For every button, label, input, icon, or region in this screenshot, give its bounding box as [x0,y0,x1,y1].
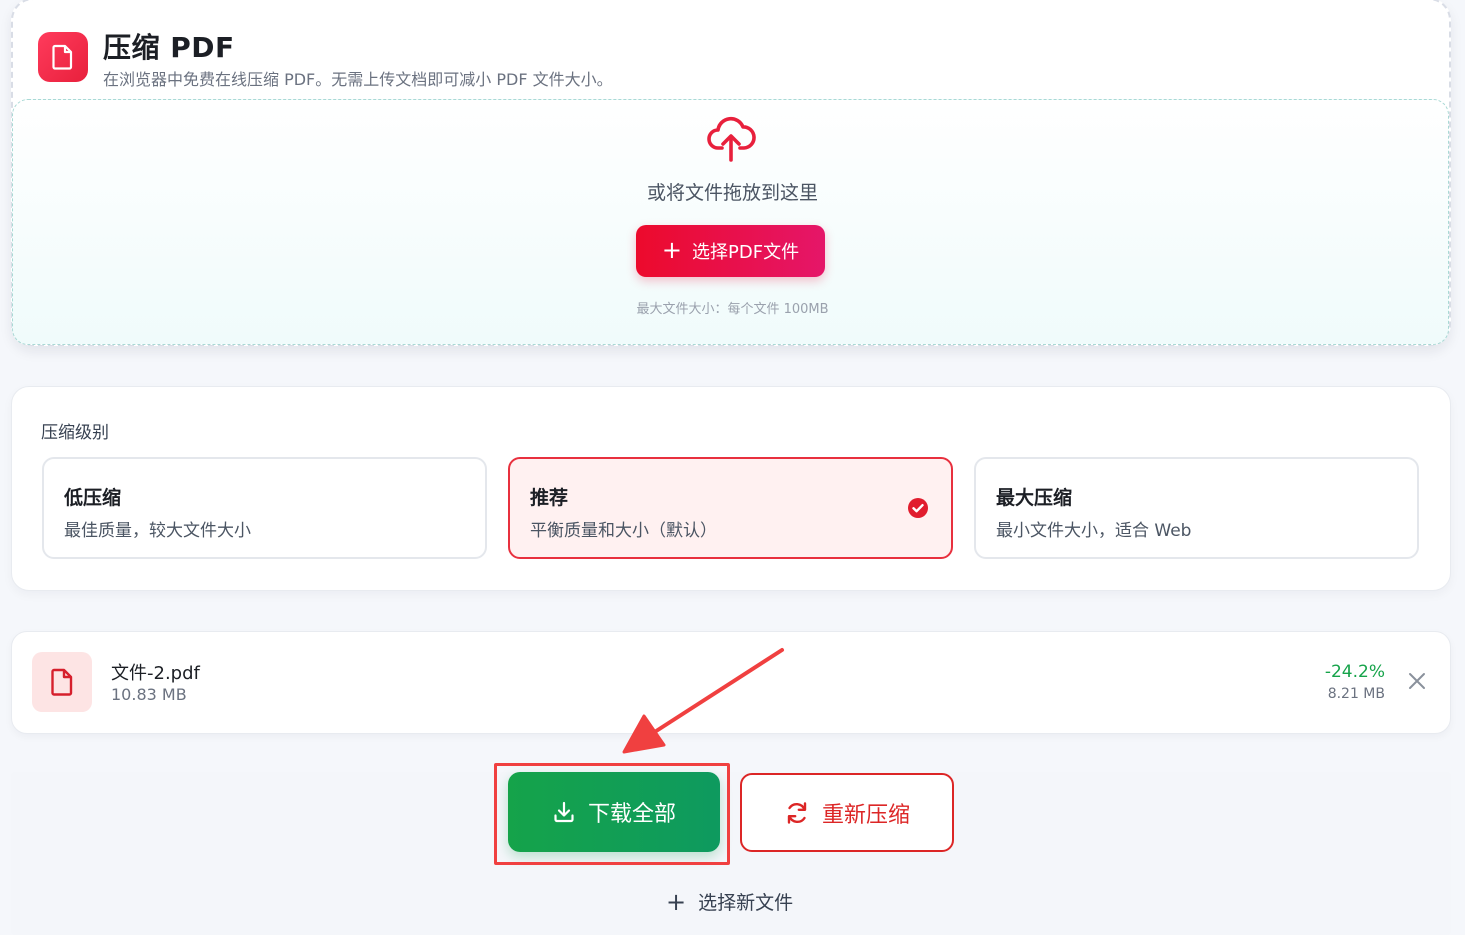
option-title: 推荐 [530,487,569,509]
select-new-file-link[interactable]: + 选择新文件 [666,888,793,915]
recompress-button[interactable]: 重新压缩 [740,773,954,852]
close-icon [1409,673,1425,689]
plus-icon: + [666,887,687,916]
download-all-label: 下载全部 [587,802,676,827]
select-pdf-button[interactable]: + 选择PDF文件 [636,225,825,277]
option-title: 最大压缩 [996,487,1073,509]
option-title: 低压缩 [64,487,122,509]
select-pdf-label: 选择PDF文件 [692,242,800,263]
compression-level-heading: 压缩级别 [41,423,109,443]
plus-icon: + [661,236,683,264]
cloud-upload-icon [707,116,756,162]
file-name: 文件-2.pdf [111,663,200,684]
pdf-file-icon [51,668,73,696]
option-max-compression[interactable]: 最大压缩 最小文件大小，适合 Web [974,457,1419,559]
app-logo [38,32,88,82]
page-title: 压缩 PDF [103,31,235,64]
page-subtitle: 在浏览器中免费在线压缩 PDF。无需上传文档即可减小 PDF 文件大小。 [103,70,613,89]
option-description: 最小文件大小，适合 Web [996,521,1192,541]
drop-instructions: 或将文件拖放到这里 [646,182,818,204]
download-icon [554,801,574,823]
pdf-file-icon [52,44,73,70]
file-original-size: 10.83 MB [111,685,187,704]
option-recommended[interactable]: 推荐 平衡质量和大小（默认） [508,457,953,559]
option-low-compression[interactable]: 低压缩 最佳质量，较大文件大小 [42,457,487,559]
file-thumbnail [32,652,92,712]
file-list-item [11,631,1451,734]
select-new-file-label: 选择新文件 [698,892,794,914]
file-compressed-size: 8.21 MB [1327,686,1385,702]
remove-file-button[interactable] [1406,670,1428,692]
recompress-label: 重新压缩 [821,802,910,828]
file-size-reduction: -24.2% [1324,662,1385,682]
download-all-button[interactable]: 下载全部 [508,772,720,852]
max-file-size-note: 最大文件大小：每个文件 100MB [636,302,829,317]
option-description: 最佳质量，较大文件大小 [64,521,251,541]
refresh-icon [787,801,807,824]
check-circle-icon [908,498,928,518]
option-description: 平衡质量和大小（默认） [530,521,717,541]
